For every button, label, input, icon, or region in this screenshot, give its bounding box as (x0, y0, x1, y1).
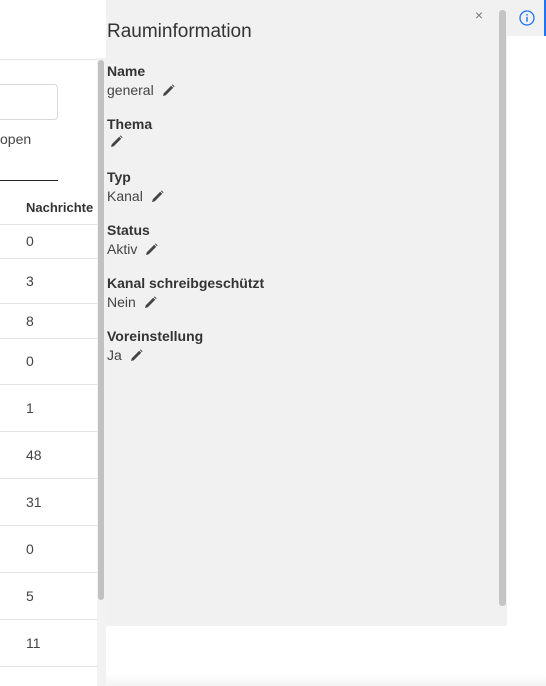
table-cell-messages: 0 (26, 353, 34, 369)
field-value-name: general (107, 82, 175, 98)
pencil-icon[interactable] (151, 189, 164, 203)
pencil-icon[interactable] (162, 83, 175, 97)
field-label-name: Name (107, 63, 146, 79)
info-icon[interactable] (519, 10, 535, 26)
table-row-divider (0, 666, 106, 667)
background-tab-underline (0, 180, 58, 181)
pencil-icon[interactable] (145, 242, 158, 256)
table-row-divider (0, 384, 106, 385)
table-row-divider (0, 478, 106, 479)
field-label-topic: Thema (107, 116, 153, 132)
table-cell-messages: 0 (26, 233, 34, 249)
pencil-icon[interactable] (110, 135, 123, 148)
table-row-divider (0, 572, 106, 573)
table-scrollbar-thumb[interactable] (98, 60, 104, 600)
field-value-text: Nein (107, 294, 136, 310)
field-value-read-only: Nein (107, 294, 157, 310)
room-info-panel: Rauminformation × Name general Thema Typ… (106, 0, 507, 626)
close-button[interactable]: × (472, 7, 486, 23)
field-value-text: general (107, 82, 154, 98)
field-value-text: Aktiv (107, 241, 138, 257)
field-value-text: Kanal (107, 188, 143, 204)
background-search-input[interactable] (0, 84, 58, 120)
column-header-messages[interactable]: Nachrichte (26, 200, 93, 215)
field-value-type: Kanal (107, 188, 164, 204)
pencil-icon[interactable] (144, 295, 157, 309)
table-cell-messages: 3 (26, 273, 34, 289)
table-row-divider (0, 258, 106, 259)
background-groups-filter[interactable]: open (0, 131, 31, 147)
table-cell-messages: 48 (26, 447, 42, 463)
table-row-divider (0, 431, 106, 432)
panel-footer-area (106, 626, 546, 686)
field-value-default: Ja (107, 347, 143, 363)
field-label-type: Typ (107, 169, 131, 185)
right-toolbar (507, 0, 546, 36)
table-cell-messages: 5 (26, 588, 34, 604)
field-value-status: Aktiv (107, 241, 158, 257)
table-cell-messages: 31 (26, 494, 42, 510)
table-row-divider (0, 303, 106, 304)
background-header (0, 0, 106, 60)
table-row-divider (0, 338, 106, 339)
panel-scrollbar-thumb[interactable] (499, 10, 506, 606)
panel-title: Rauminformation (107, 21, 252, 42)
table-cell-messages: 0 (26, 541, 34, 557)
table-row-divider (0, 224, 106, 225)
field-label-status: Status (107, 222, 150, 238)
table-cell-messages: 11 (26, 635, 41, 651)
field-label-default: Voreinstellung (107, 328, 204, 344)
table-cell-messages: 1 (26, 400, 34, 416)
pencil-icon[interactable] (130, 348, 143, 362)
table-row-divider (0, 619, 106, 620)
table-row-divider (0, 525, 106, 526)
field-label-read-only: Kanal schreibgeschützt (107, 275, 265, 291)
table-cell-messages: 8 (26, 313, 34, 329)
field-value-topic (107, 135, 123, 148)
groups-filter-label: open (0, 131, 32, 147)
field-value-text: Ja (107, 347, 122, 363)
